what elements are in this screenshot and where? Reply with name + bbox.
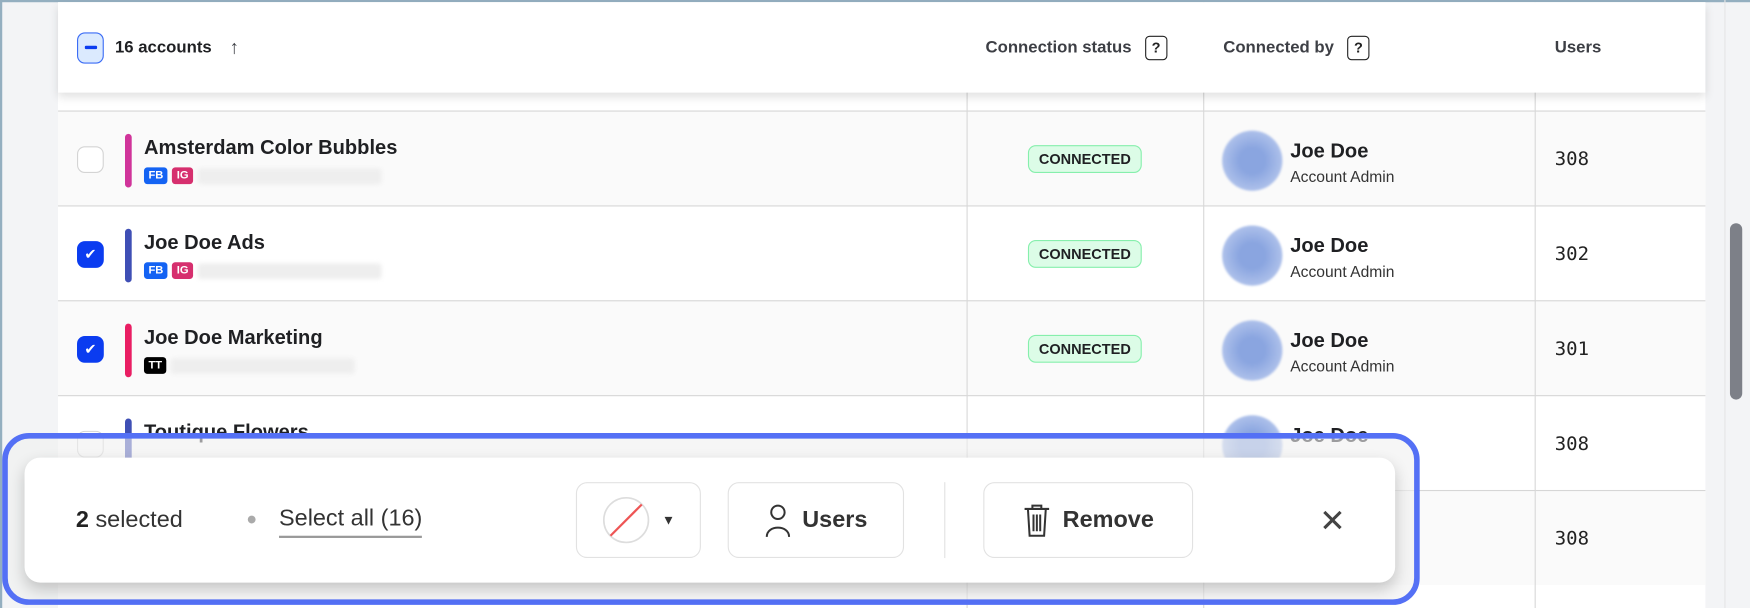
header-users: Users xyxy=(1555,2,1602,92)
connected-by-role: Account Admin xyxy=(1290,262,1395,281)
header-select: 16 accounts ↑ xyxy=(77,2,239,92)
row-checkbox[interactable]: ✔ xyxy=(77,335,104,363)
header-connected-by: Connected by ? xyxy=(1223,2,1370,92)
header-connection-status: Connection status ? xyxy=(986,2,1168,92)
table-row[interactable]: ✔ Joe Doe Marketing TT CONNECTED Joe Doe… xyxy=(58,300,1706,396)
users-button[interactable]: Users xyxy=(727,482,905,559)
scrollbar-track xyxy=(1724,0,1726,608)
connected-by-name: Joe Doe xyxy=(1290,329,1369,352)
users-count: 308 xyxy=(1554,433,1590,456)
users-button-label: Users xyxy=(802,506,868,533)
remove-button[interactable]: Remove xyxy=(983,482,1194,559)
header-label: Connection status xyxy=(985,37,1132,57)
accounts-page: 16 accounts ↑ Connection status ? Connec… xyxy=(0,0,1750,608)
selected-count: 2 selected xyxy=(76,507,183,534)
account-color-bar xyxy=(125,228,132,283)
account-id-redacted xyxy=(171,357,356,374)
account-id-redacted xyxy=(197,262,382,279)
account-name[interactable]: Joe Doe Marketing xyxy=(144,326,323,349)
row-checkbox[interactable]: ✔ xyxy=(77,241,104,268)
column-divider xyxy=(1534,2,1536,608)
account-color-bar xyxy=(125,133,132,188)
platform-tag-ig: IG xyxy=(172,167,193,185)
status-text: CONNECTED xyxy=(1027,145,1142,173)
header-label: Connected by xyxy=(1223,37,1334,57)
help-icon[interactable]: ? xyxy=(1347,35,1370,60)
row-checkbox[interactable] xyxy=(77,146,104,173)
table-row[interactable]: ✔ Joe Doe Ads FB IG CONNECTED Joe Doe Acc… xyxy=(58,205,1706,300)
connected-by-name: Joe Doe xyxy=(1290,234,1369,257)
selected-number: 2 xyxy=(75,506,89,533)
color-label-dropdown[interactable]: ▼ xyxy=(575,482,701,559)
caret-down-icon: ▼ xyxy=(661,512,676,528)
avatar xyxy=(1222,225,1283,286)
check-icon: ✔ xyxy=(84,340,97,358)
divider xyxy=(944,482,946,559)
table-row[interactable]: Amsterdam Color Bubbles FB IG CONNECTED J… xyxy=(58,110,1706,206)
separator-dot xyxy=(247,515,256,524)
status-badge: CONNECTED xyxy=(967,239,1204,268)
users-count: 308 xyxy=(1554,527,1590,551)
no-color-icon xyxy=(603,496,650,544)
users-count: 302 xyxy=(1554,243,1590,266)
platform-tag-fb: FB xyxy=(143,167,168,185)
platform-tag-tt: TT xyxy=(143,357,167,374)
platform-tag-ig: IG xyxy=(172,262,193,280)
status-badge: CONNECTED xyxy=(967,334,1204,363)
connected-by-role: Account Admin xyxy=(1290,167,1395,186)
platform-tags: FB IG xyxy=(143,167,382,185)
status-text: CONNECTED xyxy=(1027,239,1142,268)
bulk-action-bar: 2 selected Select all (16) ▼ Users Remov… xyxy=(24,457,1396,583)
remove-button-label: Remove xyxy=(1062,506,1154,533)
platform-tag-fb: FB xyxy=(143,262,168,280)
accounts-count[interactable]: 16 accounts xyxy=(115,38,212,57)
user-icon xyxy=(765,504,790,538)
account-name[interactable]: Joe Doe Ads xyxy=(144,231,265,254)
users-count: 308 xyxy=(1554,148,1590,171)
trash-icon xyxy=(1024,504,1050,537)
table-header: 16 accounts ↑ Connection status ? Connec… xyxy=(58,2,1706,93)
arrow-up-icon[interactable]: ↑ xyxy=(230,36,239,58)
select-all-link[interactable]: Select all (16) xyxy=(279,506,423,538)
platform-tags: FB IG xyxy=(143,262,382,280)
platform-tags: TT xyxy=(143,357,356,374)
status-text: CONNECTED xyxy=(1027,334,1142,363)
scrollbar-thumb[interactable] xyxy=(1729,223,1743,400)
help-icon[interactable]: ? xyxy=(1144,35,1168,60)
account-id-redacted xyxy=(197,167,382,184)
selected-label: selected xyxy=(95,506,183,533)
minus-icon xyxy=(84,45,97,50)
check-icon: ✔ xyxy=(84,245,97,263)
account-name[interactable]: Amsterdam Color Bubbles xyxy=(144,136,397,159)
account-color-bar xyxy=(125,323,132,378)
close-icon[interactable]: ✕ xyxy=(1319,502,1345,539)
status-badge: CONNECTED xyxy=(967,145,1204,173)
select-all-checkbox[interactable] xyxy=(77,31,104,64)
avatar xyxy=(1222,130,1283,191)
connected-by-name: Joe Doe xyxy=(1290,139,1369,162)
users-count: 301 xyxy=(1554,338,1590,361)
header-label: Users xyxy=(1554,37,1602,57)
connected-by-role: Account Admin xyxy=(1290,357,1395,376)
avatar xyxy=(1222,320,1283,381)
